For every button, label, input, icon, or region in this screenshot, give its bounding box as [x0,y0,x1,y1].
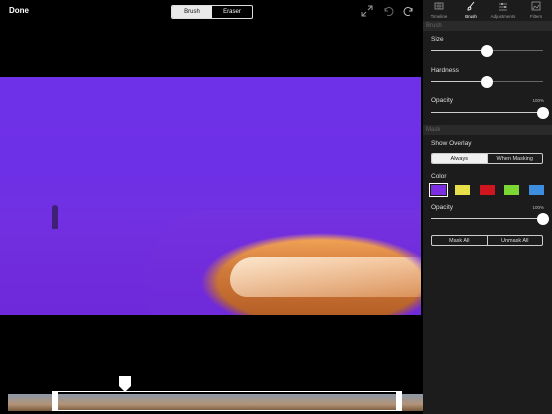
mask-opacity-label: Opacity [431,204,454,211]
side-panel: Timeline Brush Adjustments Filters Brush Si… [423,0,552,414]
size-slider[interactable] [431,45,543,57]
brush-opacity-slider-knob[interactable] [537,107,549,119]
filmstrip-frame [8,394,36,411]
brush-opacity-value: 100% [532,98,544,103]
color-swatch[interactable] [455,185,470,195]
filmstrip-selection[interactable] [52,391,402,411]
playhead-icon[interactable] [119,376,131,392]
brush-section-header: Brush [423,21,552,31]
done-button[interactable]: Done [9,6,29,15]
overlay-always-option[interactable]: Always [432,154,487,163]
hardness-slider-knob[interactable] [481,76,493,88]
color-swatch[interactable] [429,183,448,197]
color-swatch[interactable] [504,185,519,195]
timeline-icon [434,2,444,10]
tool-segmented-control: Brush Eraser [171,5,253,19]
filters-icon [531,1,541,11]
unmask-all-button[interactable]: Unmask All [486,236,543,245]
person-silhouette [52,205,58,229]
adjustments-icon [499,3,507,11]
photo-canvas[interactable] [0,77,421,315]
brush-icon [467,1,475,11]
tab-label: Filters [529,14,543,19]
color-swatch[interactable] [529,185,544,195]
eraser-tool-segment[interactable]: Eraser [212,6,252,18]
mask-opacity-slider[interactable] [431,213,549,225]
show-overlay-label: Show Overlay [431,140,472,147]
mask-actions: Mask All Unmask All [431,235,543,246]
mask-opacity-value: 100% [532,205,544,210]
overlay-mode-control: Always When Masking [431,153,543,164]
redo-icon[interactable] [402,4,416,18]
brush-opacity-label: Opacity [431,97,454,104]
tab-label: Timeline [430,14,448,19]
hardness-label: Hardness [431,67,459,74]
mask-overlay [0,77,421,315]
color-swatch[interactable] [480,185,495,195]
tab-brush[interactable]: Brush [455,1,487,19]
tab-timeline[interactable]: Timeline [423,1,455,19]
mask-opacity-slider-knob[interactable] [537,213,549,225]
size-label: Size [431,36,444,43]
fullscreen-icon[interactable] [360,4,374,18]
tab-label: Adjustments [490,14,516,19]
size-slider-knob[interactable] [481,45,493,57]
hardness-slider[interactable] [431,76,543,88]
brush-tool-segment[interactable]: Brush [172,6,212,18]
color-label: Color [431,173,447,180]
overlay-when-masking-option[interactable]: When Masking [486,154,543,163]
mask-all-button[interactable]: Mask All [432,236,487,245]
undo-icon[interactable] [381,4,395,18]
tab-adjustments[interactable]: Adjustments [487,1,519,19]
tab-label: Brush [465,14,477,19]
tab-filters[interactable]: Filters [520,1,552,19]
brush-opacity-slider[interactable] [431,107,549,119]
mask-section-header: Mask [423,125,552,135]
